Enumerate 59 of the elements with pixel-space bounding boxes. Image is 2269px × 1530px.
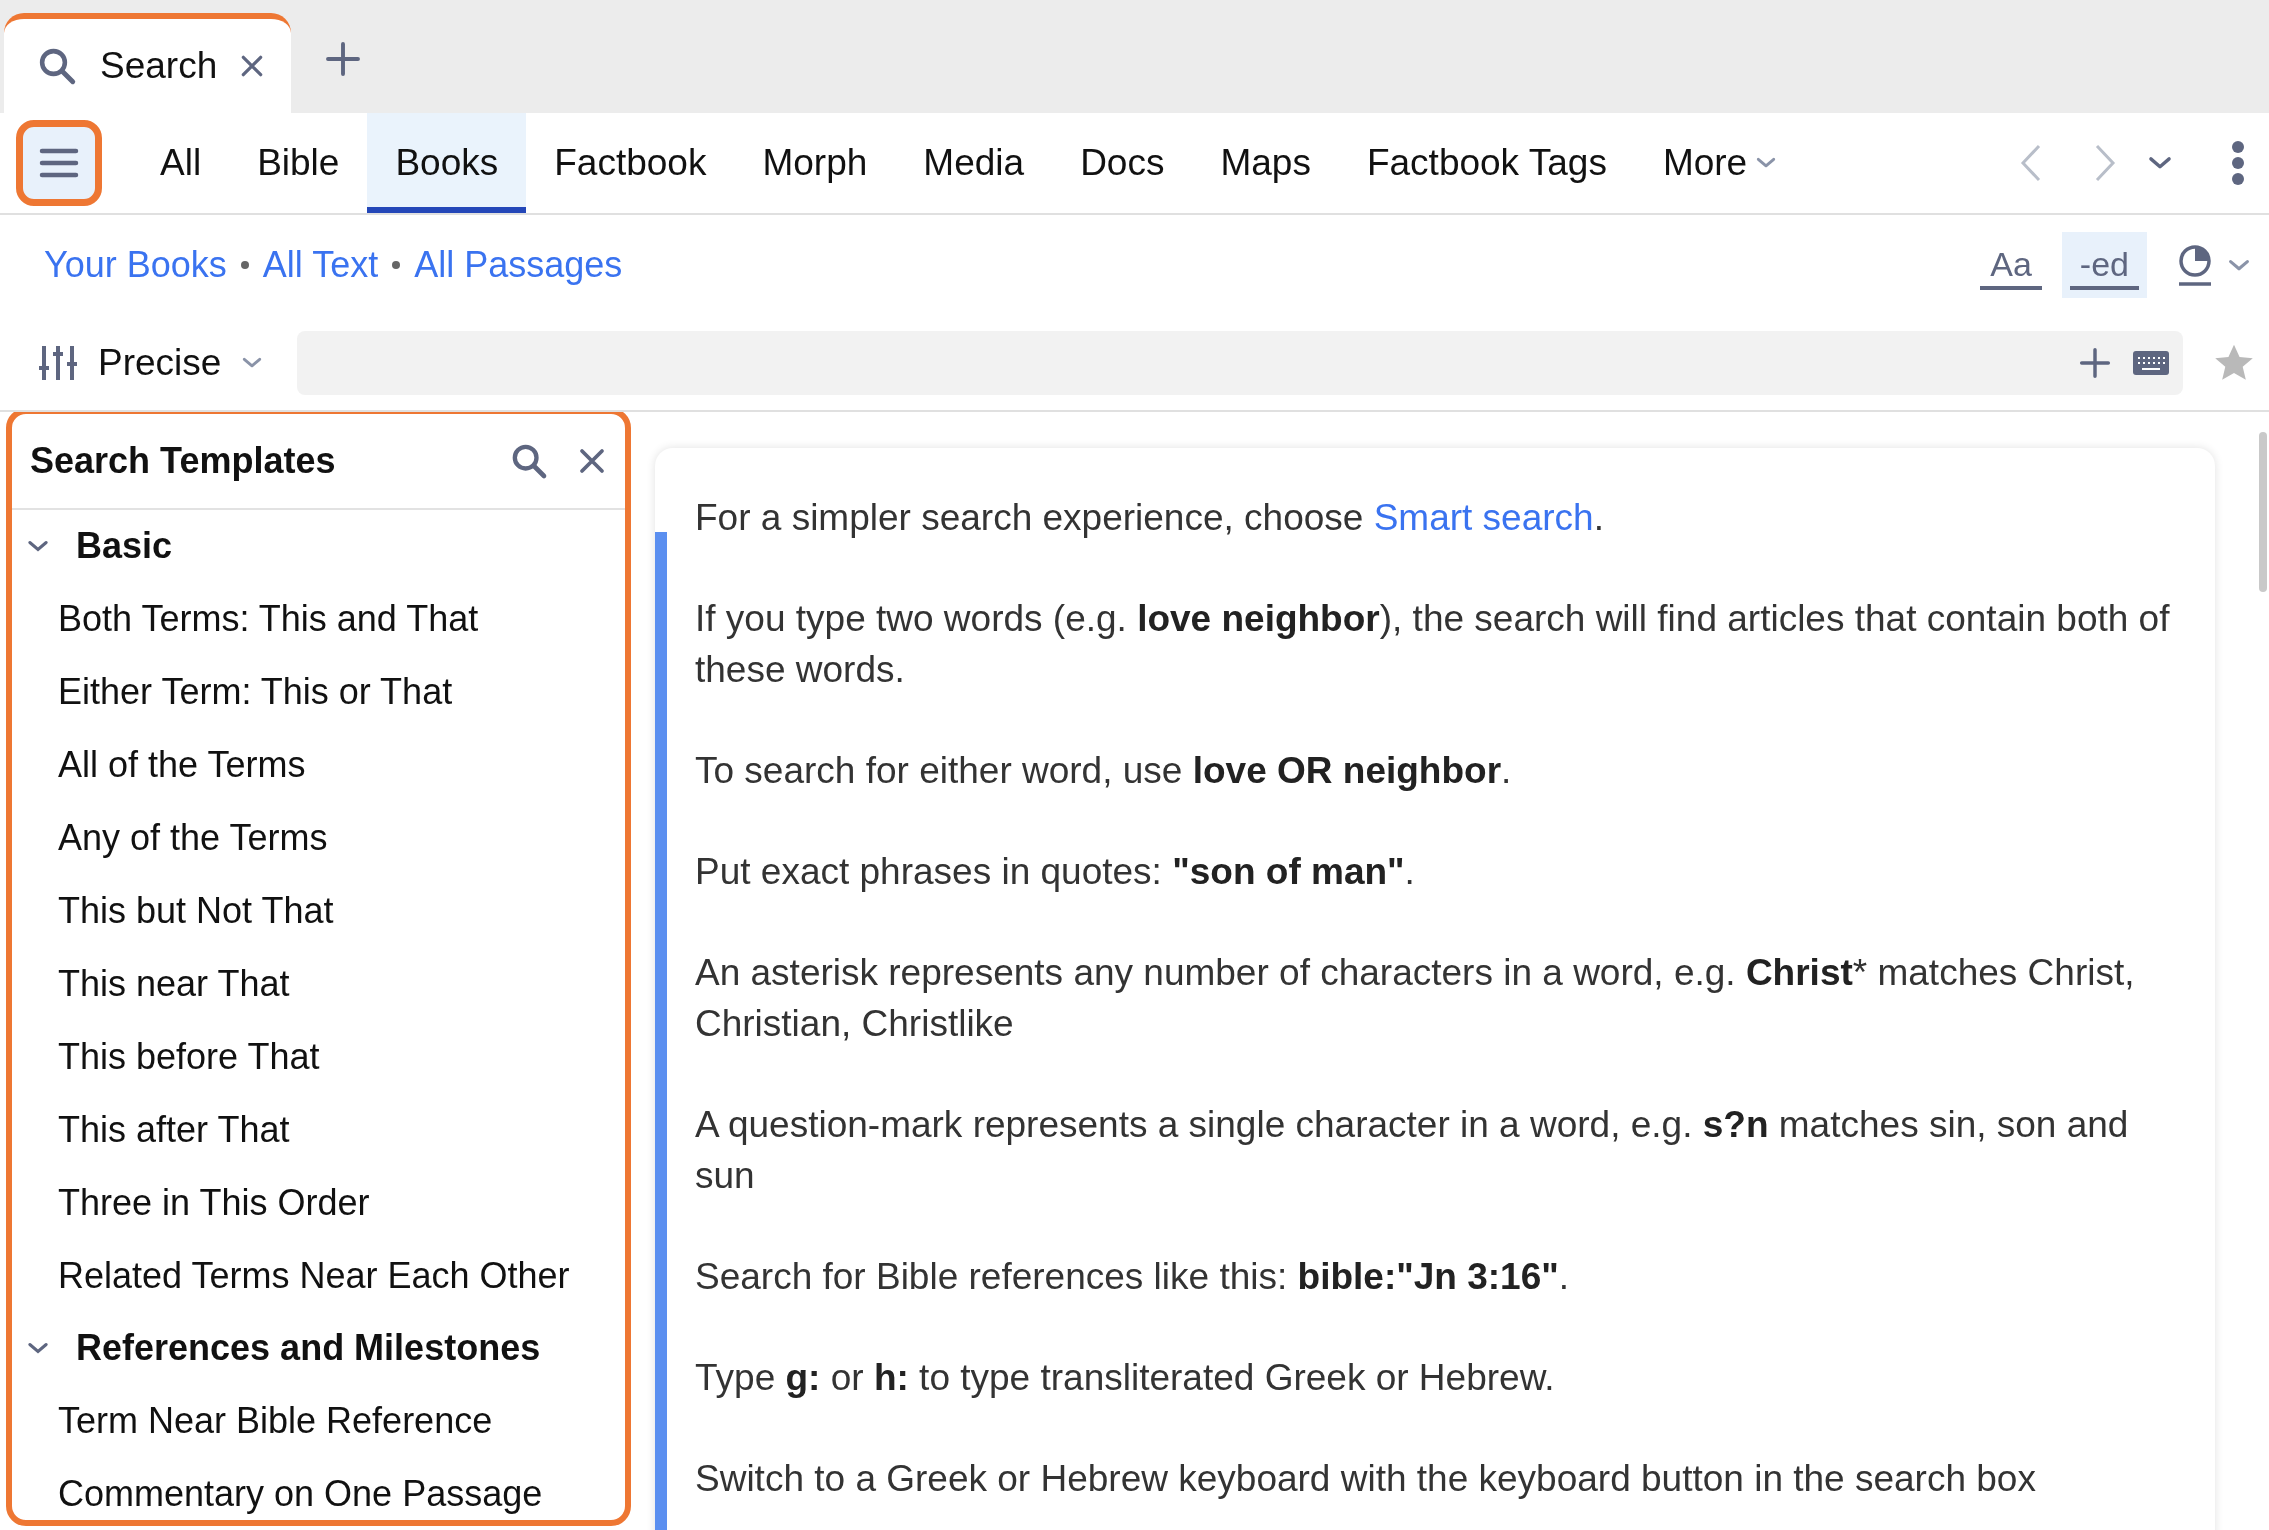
menu-icon: [39, 147, 79, 179]
scope-link[interactable]: Your Books: [44, 244, 227, 286]
nav-tab[interactable]: Books: [367, 113, 527, 213]
close-icon[interactable]: [577, 446, 607, 476]
template-group[interactable]: References and Milestones: [12, 1312, 625, 1384]
template-item[interactable]: This before That: [12, 1020, 625, 1093]
scope-link[interactable]: All Text: [262, 244, 379, 286]
template-item[interactable]: All of the Terms: [12, 728, 625, 801]
chevron-icon: [26, 1341, 50, 1355]
nav-tab[interactable]: Media: [895, 113, 1053, 213]
smart-search-link[interactable]: Smart search: [1373, 497, 1594, 538]
add-tab-icon[interactable]: [325, 40, 362, 77]
panel-title: Search Templates: [30, 440, 337, 482]
chevron-down-icon[interactable]: [2227, 257, 2251, 273]
chevron-icon: [26, 539, 50, 553]
template-item[interactable]: Related Terms Near Each Other: [12, 1239, 625, 1312]
help-paragraph: If you type two words (e.g. love neighbor), the search will find articles that contain both of these words.: [695, 597, 2171, 692]
add-icon[interactable]: [2079, 346, 2111, 379]
help-paragraph: To search for either word, use love OR neighbor.: [695, 749, 1513, 793]
help-paragraph: Search for Bible references like this: bible:"Jn 3:16".: [695, 1255, 1571, 1299]
nav-tab[interactable]: Morph: [734, 113, 896, 213]
template-item[interactable]: Term Near Bible Reference: [12, 1384, 625, 1457]
more-menu[interactable]: More: [1634, 113, 1806, 213]
tab[interactable]: Search: [4, 13, 292, 113]
template-item[interactable]: This near That: [12, 947, 625, 1020]
nav-tab[interactable]: Docs: [1052, 113, 1193, 213]
search-mode-dropdown[interactable]: Precise: [38, 341, 264, 384]
template-item[interactable]: Any of the Terms: [12, 801, 625, 874]
history-chevron-icon[interactable]: [2147, 155, 2173, 171]
template-item[interactable]: Three in This Order: [12, 1166, 625, 1239]
help-paragraph: Put exact phrases in quotes: "son of man".: [695, 850, 1416, 894]
format-toggle[interactable]: Aa: [1980, 240, 2042, 290]
sliders-icon: [38, 343, 78, 382]
search-field[interactable]: [297, 330, 2183, 395]
template-item[interactable]: Either Term: This or That: [12, 655, 625, 728]
menu-button[interactable]: [16, 120, 102, 206]
template-item[interactable]: Both Terms: This and That: [12, 582, 625, 655]
nav-tab[interactable]: Factbook: [526, 113, 735, 213]
nav-tab[interactable]: Factbook Tags: [1338, 113, 1635, 213]
scope-link[interactable]: All Passages: [414, 244, 623, 286]
more-options-icon[interactable]: [2231, 140, 2245, 186]
separator-dot: [392, 261, 401, 269]
chevron-down-icon: [241, 355, 264, 370]
help-paragraph: Type g: or h: to type transliterated Greek or Hebrew.: [695, 1356, 1556, 1400]
help-paragraph: An asterisk represents any number of characters in a word, e.g. Christ* matches Christ, Christian, Christlike: [695, 951, 2136, 1046]
keyboard-icon[interactable]: [2133, 350, 2169, 375]
help-paragraph: A question-mark represents a single character in a word, e.g. s?n matches sin, son and sun: [695, 1103, 2130, 1198]
help-paragraph: For a simpler search experience, choose Smart search.: [695, 496, 1605, 540]
nav-tab[interactable]: Bible: [229, 113, 368, 213]
nav-tab[interactable]: All: [132, 113, 230, 213]
template-item[interactable]: This after That: [12, 1093, 625, 1166]
scrollbar[interactable]: [2259, 432, 2267, 592]
separator-dot: [240, 261, 249, 269]
template-item[interactable]: Commentary on One Passage: [12, 1457, 625, 1520]
nav-tab[interactable]: Maps: [1192, 113, 1339, 213]
template-item[interactable]: This but Not That: [12, 874, 625, 947]
help-paragraph: Switch to a Greek or Hebrew keyboard with the keyboard button in the search box: [695, 1457, 2037, 1501]
chevron-down-icon: [1755, 156, 1778, 170]
template-group[interactable]: Basic: [12, 510, 625, 582]
